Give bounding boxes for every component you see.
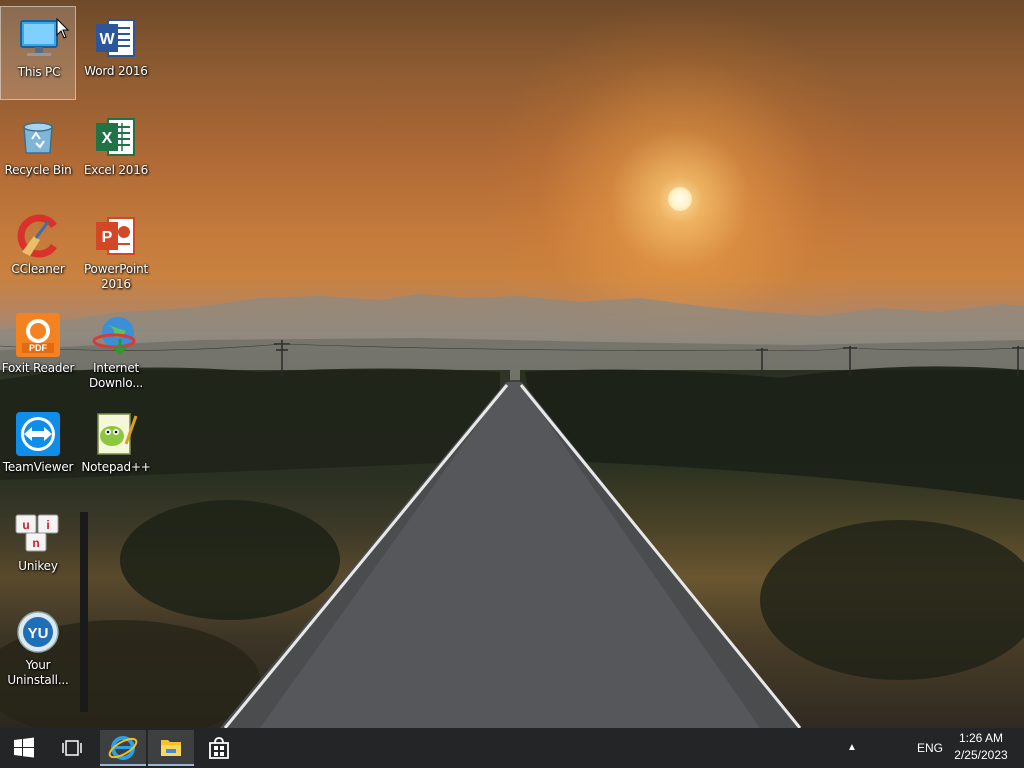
clock-date: 2/25/2023 xyxy=(954,748,1008,762)
desktop-icon-teamviewer[interactable]: TeamViewer xyxy=(0,402,76,496)
svg-text:P: P xyxy=(102,229,113,246)
desktop-icon-label: Notepad++ xyxy=(81,460,151,474)
svg-text:PDF: PDF xyxy=(29,343,48,353)
desktop-icon-label: Foxit Reader xyxy=(1,361,75,375)
desktop-icon-your-uninstaller[interactable]: YU Your Uninstall... xyxy=(0,600,76,694)
desktop-icon-label: Your Uninstall... xyxy=(7,658,69,687)
windows-start-icon xyxy=(14,737,34,758)
file-explorer-icon xyxy=(161,740,181,756)
desktop-icon-label: Excel 2016 xyxy=(83,163,149,177)
show-hidden-icons-button[interactable]: ▲ xyxy=(842,728,862,768)
taskbar-internet-explorer[interactable] xyxy=(100,730,146,766)
svg-text:X: X xyxy=(102,130,113,147)
desktop-icon-powerpoint[interactable]: P PowerPoint 2016 xyxy=(78,204,154,298)
desktop-icon-label: TeamViewer xyxy=(2,460,74,474)
word-icon: W xyxy=(96,19,135,57)
ccleaner-icon xyxy=(17,214,57,258)
desktop-icon-excel[interactable]: X Excel 2016 xyxy=(78,105,154,199)
store-icon xyxy=(209,737,229,759)
svg-text:u: u xyxy=(22,518,29,532)
taskbar xyxy=(0,728,1024,768)
task-view-icon xyxy=(62,740,82,756)
your-uninstaller-icon: YU xyxy=(17,611,59,653)
desktop-icon-notepadpp[interactable]: Notepad++ xyxy=(78,402,154,496)
desktop-icon-foxit-reader[interactable]: PDF Foxit Reader xyxy=(0,303,76,397)
desktop-icon-label: Word 2016 xyxy=(84,64,148,78)
desktop-icon-internet-download-manager[interactable]: Internet Downlo... xyxy=(78,303,154,397)
input-language-indicator[interactable]: ENG xyxy=(912,728,948,768)
internet-explorer-icon xyxy=(108,736,138,760)
taskbar-store[interactable] xyxy=(196,730,242,766)
foxit-reader-icon: PDF xyxy=(16,313,60,357)
start-button[interactable] xyxy=(0,728,48,768)
mouse-cursor-icon xyxy=(56,18,70,39)
teamviewer-icon xyxy=(16,412,60,456)
desktop-icon-label: This PC xyxy=(17,65,61,79)
desktop-icon-label: Internet Downlo... xyxy=(88,361,144,390)
desktop-icon-label: Recycle Bin xyxy=(4,163,72,177)
desktop-icon-label: PowerPoint 2016 xyxy=(83,262,149,291)
svg-text:n: n xyxy=(32,536,39,550)
svg-text:W: W xyxy=(99,31,115,48)
powerpoint-icon: P xyxy=(96,217,135,255)
desktop-icon-unikey[interactable]: u i n Unikey xyxy=(0,501,76,595)
recycle-bin-icon xyxy=(23,122,53,154)
desktop-icon-word[interactable]: W Word 2016 xyxy=(78,6,154,100)
taskbar-file-explorer[interactable] xyxy=(148,730,194,766)
unikey-icon: u i n xyxy=(15,514,59,552)
task-view-button[interactable] xyxy=(48,728,96,768)
system-clock[interactable]: 1:26 AM 2/25/2023 xyxy=(948,730,1014,766)
svg-text:YU: YU xyxy=(28,625,49,642)
desktop-icon-label: Unikey xyxy=(18,559,58,573)
excel-icon: X xyxy=(96,118,135,156)
internet-download-manager-icon xyxy=(92,317,136,356)
desktop-icon-recycle-bin[interactable]: Recycle Bin xyxy=(0,105,76,199)
notepadpp-icon xyxy=(97,413,138,455)
clock-time: 1:26 AM xyxy=(958,731,1004,745)
desktop-icon-label: CCleaner xyxy=(11,262,65,276)
svg-text:i: i xyxy=(46,518,49,532)
desktop-icon-ccleaner[interactable]: CCleaner xyxy=(0,204,76,298)
